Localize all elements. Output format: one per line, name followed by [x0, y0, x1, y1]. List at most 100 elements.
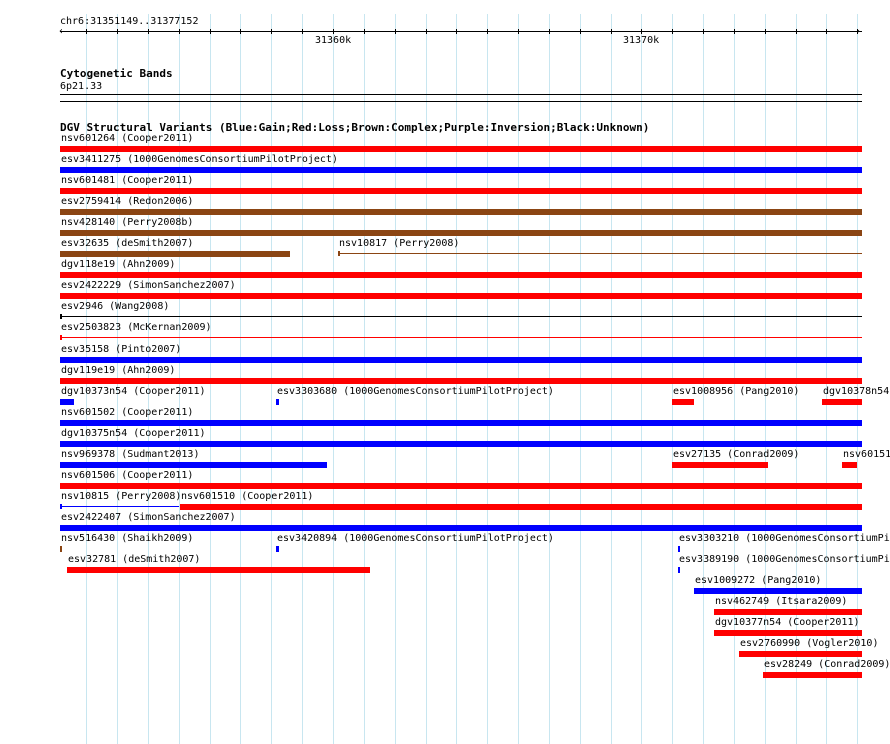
dgv-variant[interactable]: esv2503823 (McKernan2009) [60, 322, 862, 343]
dgv-variant-bar [60, 357, 862, 363]
ruler-line [60, 31, 862, 32]
dgv-variant[interactable]: esv2422229 (SimonSanchez2007) [60, 280, 862, 301]
ruler-tick [210, 29, 211, 34]
dgv-variant-label: esv27135 (Conrad2009) [673, 449, 800, 460]
ruler-tick [148, 29, 149, 34]
ruler-tick [333, 29, 334, 34]
ruler-tick [796, 29, 797, 34]
ruler-tick [734, 29, 735, 34]
ruler-tick [179, 29, 180, 34]
dgv-variant[interactable]: esv32781 (deSmith2007) [67, 554, 370, 575]
cytoband-bottom-line [60, 101, 862, 102]
dgv-variant-label: nsv601506 (Cooper2011) [61, 470, 194, 481]
ruler-tick [302, 29, 303, 34]
dgv-variant[interactable]: esv2422407 (SimonSanchez2007) [60, 512, 862, 533]
dgv-variant-bar [60, 209, 862, 215]
ruler-tick [395, 29, 396, 34]
dgv-variant-label: esv2759414 (Redon2006) [61, 196, 194, 207]
dgv-variant[interactable]: nsv601264 (Cooper2011) [60, 133, 862, 154]
cytoband-label: 6p21.33 [60, 81, 103, 92]
dgv-variant-end-mark [60, 314, 62, 319]
dgv-variant[interactable]: nsv10817 (Perry2008) [338, 238, 862, 259]
ruler-tick-label: 31360k [315, 35, 352, 46]
dgv-variant[interactable]: dgv118e19 (Ahn2009) [60, 259, 862, 280]
ruler-tick [672, 29, 673, 34]
cytoband-track-title: Cytogenetic Bands [60, 67, 173, 80]
dgv-variant[interactable]: esv3389190 (1000GenomesConsortiumPilotPr… [678, 554, 890, 575]
dgv-variant[interactable]: esv3303680 (1000GenomesConsortiumPilotPr… [276, 386, 554, 407]
dgv-variant[interactable]: nsv428140 (Perry2008b) [60, 217, 862, 238]
ruler-tick [487, 29, 488, 34]
ruler-tick-label: 31370k [623, 35, 660, 46]
genome-browser-view: chr6:31351149..31377152 ‹ › 31360k 31370k… [0, 0, 890, 744]
dgv-variant-bar [60, 420, 862, 426]
dgv-variant[interactable]: esv28249 (Conrad2009) [763, 659, 890, 680]
dgv-variant[interactable]: esv3411275 (1000GenomesConsortiumPilotPr… [60, 154, 862, 175]
dgv-variant-bar [60, 272, 862, 278]
ruler-region-label: chr6:31351149..31377152 [60, 16, 199, 27]
dgv-variant-label: dgv118e19 (Ahn2009) [61, 259, 176, 270]
dgv-variant[interactable]: dgv10375n54 (Cooper2011) [60, 428, 862, 449]
dgv-variant-bar [842, 462, 857, 468]
dgv-variant[interactable]: nsv516430 (Shaikh2009) [60, 533, 193, 554]
dgv-variant-bar [714, 630, 862, 636]
ruler-tick [765, 29, 766, 34]
dgv-variant-bar [678, 546, 680, 552]
dgv-variant[interactable]: dgv10377n54 (Cooper2011) [714, 617, 862, 638]
dgv-variant-label: nsv462749 (Itsara2009) [715, 596, 848, 607]
dgv-variant[interactable]: nsv601502 (Cooper2011) [60, 407, 862, 428]
dgv-variant-bar [60, 378, 862, 384]
dgv-variant[interactable]: nsv601511 (Cooper2011) [842, 449, 890, 470]
dgv-variant[interactable]: dgv10373n54 (Cooper2011) [60, 386, 206, 407]
ruler-left-arrow: ‹ [58, 26, 65, 37]
dgv-variant[interactable]: nsv10815 (Perry2008) [60, 491, 182, 512]
ruler-tick [826, 29, 827, 34]
dgv-variant[interactable]: esv2759414 (Redon2006) [60, 196, 862, 217]
dgv-variant[interactable]: esv2946 (Wang2008) [60, 301, 862, 322]
dgv-variant-label: nsv10815 (Perry2008) [61, 491, 182, 502]
dgv-variant[interactable]: esv2760990 (Vogler2010) [739, 638, 878, 659]
dgv-variant[interactable]: esv35158 (Pinto2007) [60, 344, 862, 365]
ruler-tick [86, 29, 87, 34]
dgv-variant-label: nsv516430 (Shaikh2009) [61, 533, 194, 544]
dgv-variant[interactable]: dgv119e19 (Ahn2009) [60, 365, 862, 386]
dgv-variant[interactable]: esv1008956 (Pang2010) [672, 386, 799, 407]
ruler-tick [271, 29, 272, 34]
dgv-variant[interactable]: nsv601506 (Cooper2011) [60, 470, 862, 491]
dgv-variant[interactable]: esv27135 (Conrad2009) [672, 449, 799, 470]
dgv-variant[interactable]: nsv601481 (Cooper2011) [60, 175, 862, 196]
ruler-tick [641, 29, 642, 34]
dgv-variant-bar [672, 399, 694, 405]
dgv-variant[interactable]: esv1009272 (Pang2010) [694, 575, 862, 596]
dgv-variant-bar [60, 230, 862, 236]
ruler-tick [857, 29, 858, 34]
dgv-variant-label: nsv601511 (Cooper2011) [843, 449, 890, 460]
dgv-variant[interactable]: nsv969378 (Sudmant2013) [60, 449, 327, 470]
dgv-variant[interactable]: esv3303210 (1000GenomesConsortiumPilotPr… [678, 533, 890, 554]
dgv-variant-bar [60, 525, 862, 531]
dgv-variant-bar [60, 506, 179, 507]
dgv-variant-label: esv3420894 (1000GenomesConsortiumPilotPr… [277, 533, 554, 544]
dgv-variant-label: esv3303210 (1000GenomesConsortiumPilotPr… [679, 533, 890, 544]
dgv-variant-bar [276, 546, 279, 552]
dgv-variant-bar [672, 462, 768, 468]
dgv-variant-bar [60, 399, 74, 405]
ruler-tick [240, 29, 241, 34]
dgv-variant-bar [60, 293, 862, 299]
dgv-variant[interactable]: dgv10378n54 (Cooper2011) [822, 386, 890, 407]
ruler-tick [518, 29, 519, 34]
dgv-variant-label: dgv10375n54 (Cooper2011) [61, 428, 206, 439]
dgv-variant-bar [180, 504, 862, 510]
dgv-variant[interactable]: nsv462749 (Itsara2009) [714, 596, 862, 617]
ruler-tick [426, 29, 427, 34]
dgv-variant-end-mark [60, 504, 62, 509]
dgv-variant-label: nsv601264 (Cooper2011) [61, 133, 194, 144]
dgv-variant-bar [678, 567, 680, 573]
dgv-variant[interactable]: esv32635 (deSmith2007) [60, 238, 290, 259]
dgv-variant-label: esv28249 (Conrad2009) [764, 659, 890, 670]
dgv-variant-label: dgv119e19 (Ahn2009) [61, 365, 176, 376]
dgv-variant-bar [67, 567, 370, 573]
dgv-variant[interactable]: nsv601510 (Cooper2011) [180, 491, 862, 512]
dgv-variant-label: dgv10377n54 (Cooper2011) [715, 617, 860, 628]
dgv-variant[interactable]: esv3420894 (1000GenomesConsortiumPilotPr… [276, 533, 554, 554]
